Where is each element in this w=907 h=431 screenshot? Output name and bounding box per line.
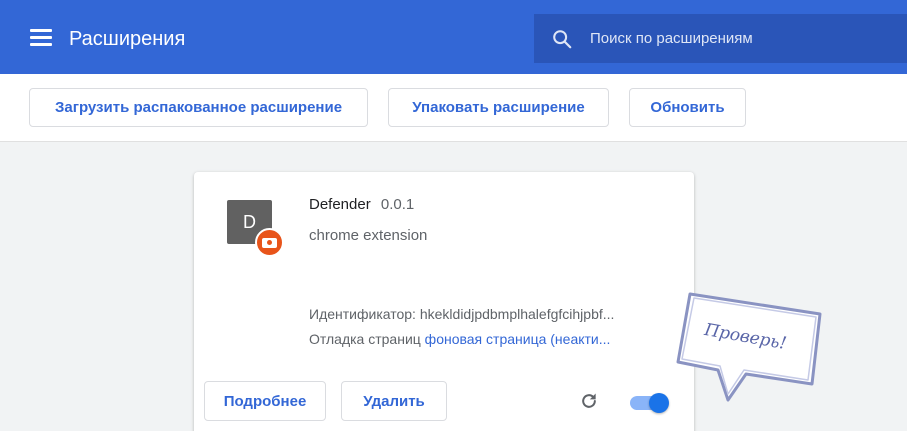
search-input[interactable]	[590, 14, 890, 63]
speech-bubble-sticker: Проверь!	[668, 282, 833, 407]
background-page-link[interactable]: фоновая страница (неакти...	[425, 331, 611, 347]
remove-button[interactable]: Удалить	[341, 381, 447, 421]
details-button[interactable]: Подробнее	[204, 381, 326, 421]
developer-toolbar: Загрузить распакованное расширение Упако…	[0, 74, 907, 142]
load-unpacked-button[interactable]: Загрузить распакованное расширение	[29, 88, 368, 127]
enable-toggle[interactable]	[630, 392, 670, 413]
inspect-views-label: Отладка страниц	[309, 331, 421, 347]
top-bar: Расширения	[0, 0, 907, 74]
search-box[interactable]	[534, 14, 907, 63]
search-icon	[553, 30, 572, 49]
page-title: Расширения	[69, 28, 186, 50]
menu-icon[interactable]	[30, 29, 52, 47]
extension-version: 0.0.1	[380, 196, 415, 213]
reload-icon[interactable]	[579, 391, 599, 411]
extension-name: Defender	[309, 196, 371, 213]
extension-id-label: Идентификатор:	[309, 306, 416, 322]
camera-badge-icon	[255, 228, 284, 257]
extension-id-value: hkekldidjpdbmplhalefgfcihjpbf...	[419, 306, 615, 322]
extension-name-row: Defender 0.0.1	[309, 196, 414, 213]
inspect-views-row: Отладка страниц фоновая страница (неакти…	[309, 331, 669, 347]
pack-extension-button[interactable]: Упаковать расширение	[388, 88, 609, 127]
toggle-knob	[649, 393, 669, 413]
extension-card: D Defender 0.0.1 chrome extension Иденти…	[194, 172, 694, 431]
extension-id-row: Идентификатор: hkekldidjpdbmplhalefgfcih…	[309, 306, 669, 322]
extension-description: chrome extension	[309, 227, 428, 244]
update-button[interactable]: Обновить	[629, 88, 746, 127]
